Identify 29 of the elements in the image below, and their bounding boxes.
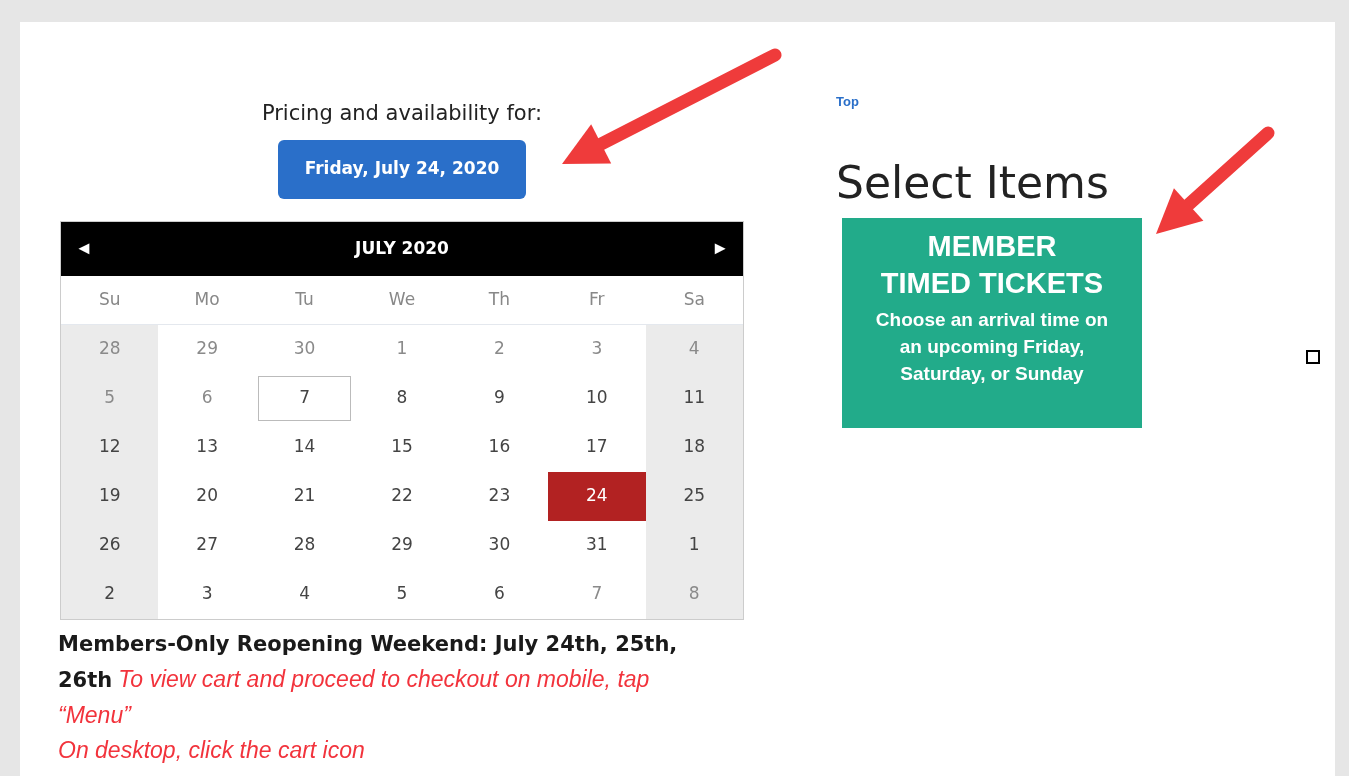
weekday-label: Fr: [588, 287, 606, 311]
notice-text: Members-Only Reopening Weekend: July 24th, 25th, 26th To view cart and proceed to checkout on mobile, tap “Menu”: [58, 630, 679, 730]
weekday-label: Mo: [193, 287, 221, 311]
weekday-label: Sa: [682, 287, 706, 311]
calendar-day[interactable]: 12: [61, 422, 159, 472]
calendar-day[interactable]: 7: [257, 375, 352, 421]
previous-month-button[interactable]: ◄: [75, 235, 93, 262]
calendar-day[interactable]: 26: [61, 520, 159, 570]
weekday-label: Tu: [294, 287, 315, 311]
date-button[interactable]: Friday, July 24, 2020: [278, 139, 526, 199]
checkbox[interactable]: [1306, 350, 1320, 364]
calendar-day[interactable]: 1: [645, 520, 743, 570]
pricing-heading: Pricing and availability for:: [261, 100, 543, 127]
calendar-day[interactable]: 2: [61, 569, 159, 619]
top-link[interactable]: Top: [836, 92, 1142, 112]
desktop-hint: On desktop, click the cart icon: [58, 735, 366, 765]
calendar-day[interactable]: 19: [61, 471, 159, 521]
weekday-label: Su: [97, 287, 122, 311]
tile-title: MEMBER TIMED TICKETS: [880, 228, 1104, 301]
calendar-day[interactable]: 18: [645, 422, 743, 472]
calendar-day[interactable]: 24: [548, 471, 646, 521]
calendar-day[interactable]: 11: [645, 373, 743, 423]
tile-description: Choose an arrival time on an upcoming Friday, Saturday, or Sunday: [874, 307, 1110, 386]
month-title: JULY 2020: [355, 236, 449, 260]
weekday-label: Th: [487, 287, 511, 311]
next-month-button[interactable]: ►: [711, 235, 729, 262]
section-title: Select Items: [836, 157, 1110, 208]
calendar-day[interactable]: 25: [645, 471, 743, 521]
weekday-label: We: [387, 287, 417, 311]
